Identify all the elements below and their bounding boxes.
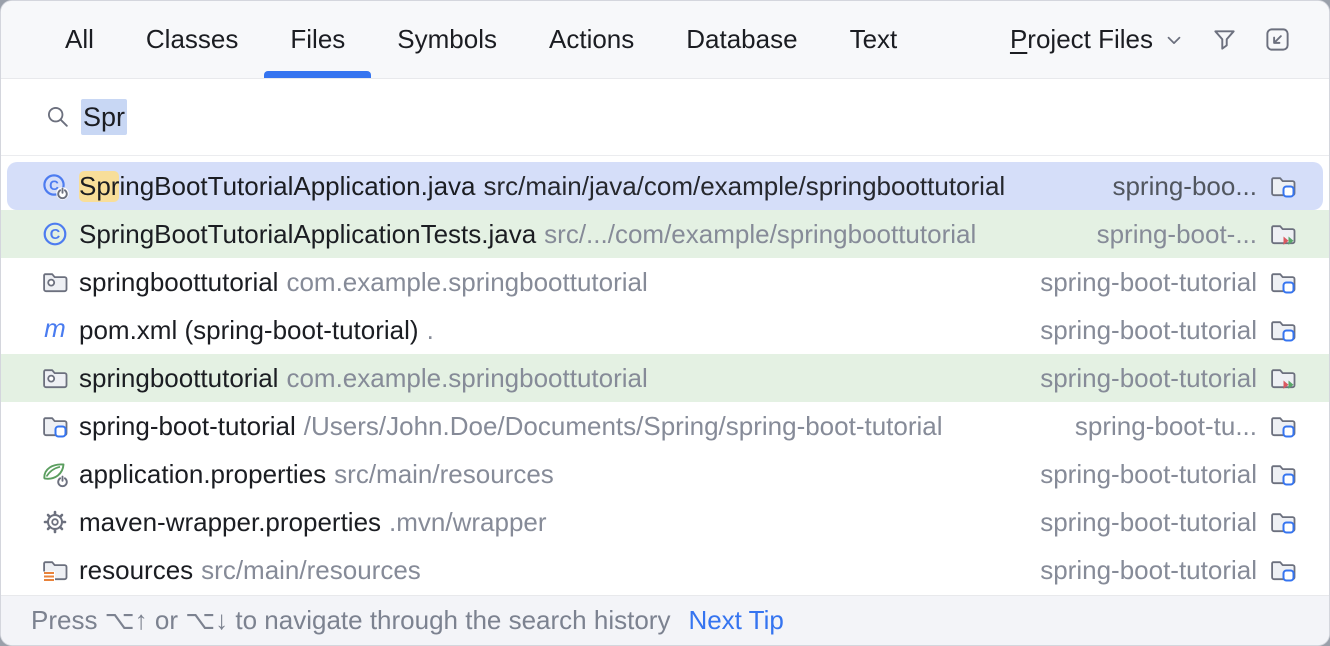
tab-actions[interactable]: Actions bbox=[523, 1, 660, 78]
result-row[interactable]: C SpringBootTutorialApplicationTests.java… bbox=[1, 210, 1329, 258]
result-text: maven-wrapper.properties .mvn/wrapper bbox=[79, 507, 547, 538]
result-path: src/main/resources bbox=[201, 555, 421, 586]
tab-label: Symbols bbox=[397, 24, 497, 55]
result-text: pom.xml (spring-boot-tutorial). bbox=[79, 315, 434, 346]
module-name: spring-boot-... bbox=[1073, 219, 1257, 250]
module-folder-icon bbox=[1269, 412, 1297, 440]
scope-selector[interactable]: Project Files bbox=[1010, 24, 1185, 55]
result-path: .mvn/wrapper bbox=[389, 507, 547, 538]
module-name: spring-boot-tutorial bbox=[1016, 315, 1257, 346]
result-path: src/main/resources bbox=[334, 459, 554, 490]
match-highlight: Spr bbox=[79, 171, 119, 202]
result-name: springboottutorial bbox=[79, 363, 278, 394]
tab-label: Actions bbox=[549, 24, 634, 55]
results-list: C SpringBootTutorialApplication.java src/m… bbox=[1, 156, 1329, 595]
svg-text:C: C bbox=[50, 227, 61, 243]
tab-label: All bbox=[65, 24, 94, 55]
result-text: resources src/main/resources bbox=[79, 555, 421, 586]
class-run-icon: C bbox=[41, 172, 69, 200]
result-text: springboottutorial com.example.springboot… bbox=[79, 363, 648, 394]
tab-label: Classes bbox=[146, 24, 238, 55]
result-name: pom.xml (spring-boot-tutorial) bbox=[79, 315, 419, 346]
module-name: spring-boot-tutorial bbox=[1016, 555, 1257, 586]
hint-bar: Press ⌥↑ or ⌥↓ to navigate through the s… bbox=[1, 595, 1329, 645]
package-icon bbox=[41, 364, 69, 392]
result-name: springboottutorial bbox=[79, 267, 278, 298]
module-folder-icon bbox=[1269, 172, 1297, 200]
result-path: /Users/John.Doe/Documents/Spring/spring-… bbox=[304, 411, 943, 442]
resources-folder-icon bbox=[41, 556, 69, 584]
module-folder-icon bbox=[41, 412, 69, 440]
result-name: maven-wrapper.properties bbox=[79, 507, 381, 538]
tab-files[interactable]: Files bbox=[264, 1, 371, 78]
result-row[interactable]: maven-wrapper.properties .mvn/wrapper spri… bbox=[1, 498, 1329, 546]
result-path: . bbox=[427, 315, 434, 346]
module-folder-icon bbox=[1269, 508, 1297, 536]
result-row[interactable]: m pom.xml (spring-boot-tutorial). spring-b… bbox=[1, 306, 1329, 354]
result-text: application.properties src/main/resources bbox=[79, 459, 554, 490]
module-folder-icon bbox=[1269, 460, 1297, 488]
tab-label: Database bbox=[686, 24, 797, 55]
result-row[interactable]: resources src/main/resources spring-boot-t… bbox=[1, 546, 1329, 594]
result-row[interactable]: springboottutorial com.example.springboot… bbox=[1, 354, 1329, 402]
module-name: spring-boot-tutorial bbox=[1016, 267, 1257, 298]
result-text: SpringBootTutorialApplication.java src/ma… bbox=[79, 171, 1005, 202]
tab-classes[interactable]: Classes bbox=[120, 1, 264, 78]
hint-text: Press ⌥↑ or ⌥↓ to navigate through the s… bbox=[31, 605, 670, 636]
chevron-down-icon bbox=[1163, 29, 1185, 51]
result-row[interactable]: spring-boot-tutorial/Users/John.Doe/Docu… bbox=[1, 402, 1329, 450]
result-path: com.example.springboottutorial bbox=[286, 267, 647, 298]
result-path: src/.../com/example/springboottutorial bbox=[544, 219, 976, 250]
module-folder-icon bbox=[1269, 316, 1297, 344]
result-name: application.properties bbox=[79, 459, 326, 490]
search-everywhere-dialog: All Classes Files Symbols Actions Database Tex… bbox=[0, 0, 1330, 646]
header-actions: Project Files bbox=[1010, 1, 1291, 78]
tab-label: Files bbox=[290, 24, 345, 55]
maven-icon: m bbox=[41, 316, 69, 344]
tab-label: Text bbox=[850, 24, 898, 55]
tab-database[interactable]: Database bbox=[660, 1, 823, 78]
svg-text:m: m bbox=[44, 316, 66, 343]
scope-label: Project Files bbox=[1010, 24, 1153, 55]
search-query: Spr bbox=[81, 102, 127, 133]
result-name: resources bbox=[79, 555, 193, 586]
filter-button[interactable] bbox=[1211, 26, 1238, 53]
tab-bar: All Classes Files Symbols Actions Database Tex… bbox=[1, 1, 1329, 79]
open-in-window-icon bbox=[1264, 26, 1291, 53]
next-tip-link[interactable]: Next Tip bbox=[688, 605, 783, 636]
result-row[interactable]: C SpringBootTutorialApplication.java src/m… bbox=[7, 162, 1323, 210]
result-name: spring-boot-tutorial bbox=[79, 411, 296, 442]
tab-all[interactable]: All bbox=[39, 1, 120, 78]
result-path: com.example.springboottutorial bbox=[286, 363, 647, 394]
result-path: src/main/java/com/example/springboottuto… bbox=[484, 171, 1006, 202]
tab-symbols[interactable]: Symbols bbox=[371, 1, 523, 78]
gear-icon bbox=[41, 508, 69, 536]
search-input[interactable]: Spr bbox=[1, 79, 1329, 156]
test-folder-icon bbox=[1269, 364, 1297, 392]
result-name: ingBootTutorialApplication.java bbox=[119, 171, 475, 202]
class-icon: C bbox=[41, 220, 69, 248]
search-icon bbox=[45, 104, 71, 130]
open-in-window-button[interactable] bbox=[1264, 26, 1291, 53]
result-row[interactable]: springboottutorial com.example.springboot… bbox=[1, 258, 1329, 306]
module-name: spring-boot-tu... bbox=[1051, 411, 1257, 442]
result-text: SpringBootTutorialApplicationTests.java s… bbox=[79, 219, 976, 250]
module-folder-icon bbox=[1269, 268, 1297, 296]
module-name: spring-boot-tutorial bbox=[1016, 507, 1257, 538]
package-icon bbox=[41, 268, 69, 296]
filter-icon bbox=[1211, 26, 1238, 53]
module-name: spring-boot-tutorial bbox=[1016, 459, 1257, 490]
result-text: springboottutorial com.example.springboot… bbox=[79, 267, 648, 298]
test-folder-icon bbox=[1269, 220, 1297, 248]
result-name: SpringBootTutorialApplicationTests.java bbox=[79, 219, 536, 250]
module-name: spring-boot-tutorial bbox=[1016, 363, 1257, 394]
result-row[interactable]: application.properties src/main/resources… bbox=[1, 450, 1329, 498]
tab-text[interactable]: Text bbox=[824, 1, 924, 78]
result-text: spring-boot-tutorial/Users/John.Doe/Docu… bbox=[79, 411, 943, 442]
module-folder-icon bbox=[1269, 556, 1297, 584]
module-name: spring-boo... bbox=[1088, 171, 1257, 202]
spring-boot-icon bbox=[41, 460, 69, 488]
